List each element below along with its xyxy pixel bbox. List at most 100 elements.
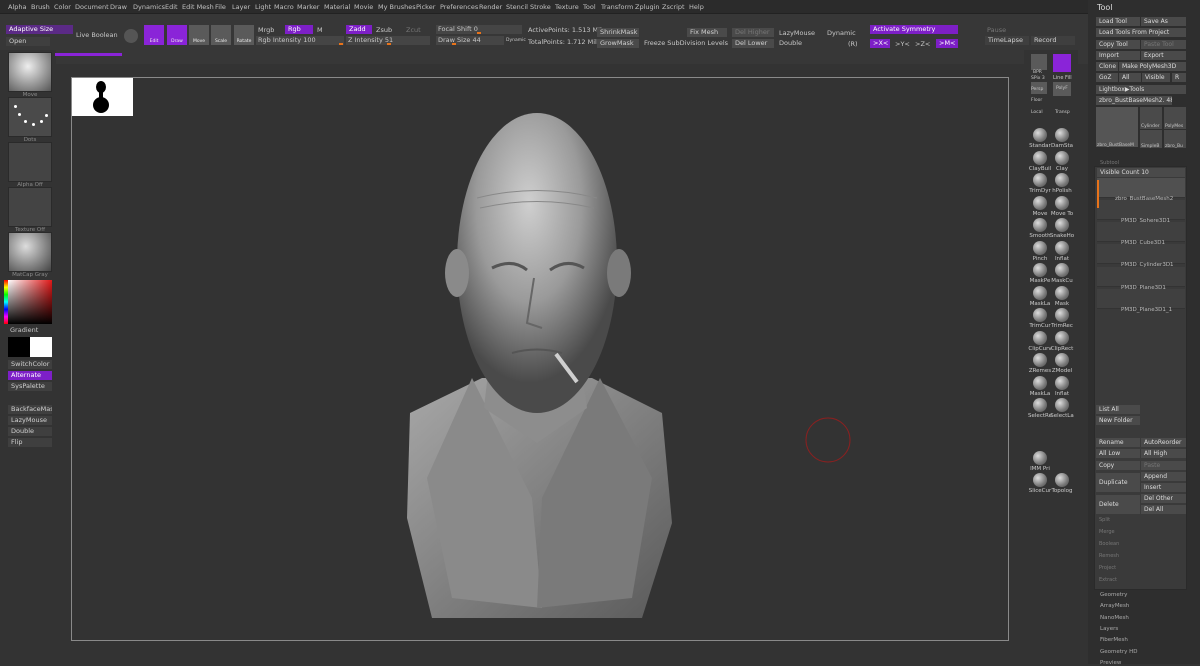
clone-button[interactable]: Clone [1096,62,1118,71]
mrgb-button[interactable]: Mrgb [258,26,274,34]
double-top-button[interactable]: Double [779,39,802,47]
main-color-swatch[interactable] [8,337,30,357]
delete-button[interactable]: Delete [1096,495,1140,514]
del-other-button[interactable]: Del Other [1141,494,1186,503]
copy-tool-button[interactable]: Copy Tool [1096,40,1140,49]
subtool-row-3[interactable] [1097,244,1185,264]
menu-item-layer[interactable]: Layer [232,3,250,11]
right-tool-4-1[interactable]: SnakeHo [1049,218,1075,239]
all-low-button[interactable]: All Low [1096,449,1140,458]
load-tool-button[interactable]: Load Tool [1096,17,1140,26]
export-button[interactable]: Export [1141,51,1186,60]
section-geometry-hd[interactable]: Geometry HD [1100,649,1138,655]
tool-thumb-main[interactable] [1096,107,1138,147]
backfacemask-button[interactable]: BackfaceMask [8,405,52,414]
dynamic-button[interactable]: Dynamic [827,29,856,37]
open-button[interactable]: Open [6,37,50,46]
list-all-button[interactable]: List All [1096,405,1140,414]
menu-item-stroke[interactable]: Stroke [530,3,551,11]
menu-item-my-brushes[interactable]: My Brushes [378,3,416,11]
right-tool-14-1[interactable]: Topolog [1049,473,1075,494]
del-higher-button[interactable]: Del Higher [732,28,774,37]
fix-mesh-button[interactable]: Fix Mesh [687,28,727,37]
alpha-off-tile[interactable] [8,142,52,182]
menu-item-material[interactable]: Material [324,3,350,11]
menu-item-render[interactable]: Render [479,3,502,11]
right-tool-11-1[interactable]: Inflat [1049,375,1075,397]
right-tool-1-1[interactable]: Clay [1049,150,1075,172]
right-tool-6-1[interactable]: MaskCu [1049,263,1075,284]
menu-item-zscript[interactable]: Zscript [662,3,685,11]
right-tool-8-1[interactable]: TrimRec [1049,308,1075,329]
line-fill-button[interactable] [1053,54,1071,72]
rgb-button[interactable]: Rgb [285,25,313,34]
focal-shift-slider[interactable]: Focal Shift 0 [436,25,522,34]
all-button[interactable]: All [1119,73,1141,82]
menu-item-stencil[interactable]: Stencil [506,3,528,11]
visible-count-slider[interactable]: Visible Count 10 [1097,168,1185,177]
draw-size-slider[interactable]: Draw Size 44 [436,36,504,45]
m-button[interactable]: M [317,26,323,34]
zsub-button[interactable]: Zsub [376,26,392,34]
menu-item-texture[interactable]: Texture [555,3,579,11]
menu-item-picker[interactable]: Picker [416,3,435,11]
zadd-button[interactable]: Zadd [346,25,372,34]
all-high-button[interactable]: All High [1141,449,1186,458]
menu-item-dynamics[interactable]: Dynamics [133,3,165,11]
menu-item-file[interactable]: File [215,3,226,11]
menu-item-tool[interactable]: Tool [583,3,596,11]
menu-item-edit[interactable]: Edit [165,3,178,11]
right-tool-9-1[interactable]: ClipRect [1049,330,1075,352]
rotate-mode-button[interactable]: Rotate [234,25,254,45]
menu-item-zplugin[interactable]: Zplugin [635,3,660,11]
rgb-intensity-slider[interactable]: Rgb Intensity 100 [256,36,344,45]
menu-item-color[interactable]: Color [54,3,71,11]
edit-mode-button[interactable]: Edit [144,25,164,45]
growmask-button[interactable]: GrowMask [597,39,639,48]
menu-item-movie[interactable]: Movie [354,3,373,11]
section-layers[interactable]: Layers [1100,626,1118,632]
right-tool-7-1[interactable]: Mask [1049,285,1075,307]
dynamic-small-button[interactable]: Dynamic [506,38,526,43]
del-all-button[interactable]: Del All [1141,505,1186,514]
adaptive-size-button[interactable]: Adaptive Size [6,25,73,34]
copy-button[interactable]: Copy [1096,461,1140,470]
section-nanomesh[interactable]: NanoMesh [1100,615,1129,621]
section-preview[interactable]: Preview [1100,660,1121,666]
save-as-button[interactable]: Save As [1141,17,1186,26]
texture-off-tile[interactable] [8,187,52,227]
lightbox-tools-button[interactable]: Lightbox▶Tools [1096,85,1186,94]
section-arraymesh[interactable]: ArrayMesh [1100,603,1129,609]
sym-m-button[interactable]: >M< [936,39,958,48]
right-tool-0-1[interactable]: DamSta [1049,128,1075,149]
insert-button[interactable]: Insert [1141,483,1186,492]
menu-item-edit-mesh[interactable]: Edit Mesh [182,3,214,11]
section-fibermesh[interactable]: FiberMesh [1100,637,1128,643]
new-folder-button[interactable]: New Folder [1096,416,1140,425]
visible-button[interactable]: Visible [1142,73,1170,82]
freeze-subdiv-button[interactable]: Freeze SubDivision Levels [644,39,728,47]
zcut-button[interactable]: Zcut [406,26,421,34]
activate-symmetry-button[interactable]: Activate Symmetry [870,25,958,34]
menu-item-brush[interactable]: Brush [31,3,50,11]
syspalette-button[interactable]: SysPalette [8,382,52,391]
menu-item-light[interactable]: Light [255,3,271,11]
alternate-button[interactable]: Alternate [8,371,52,380]
auto-reorder-button[interactable]: AutoReorder [1141,438,1186,447]
timelapse-button[interactable]: TimeLapse [985,36,1029,45]
menu-item-help[interactable]: Help [689,3,704,11]
right-tool-5-1[interactable]: Inflat [1049,240,1075,262]
z-intensity-slider[interactable]: Z Intensity 51 [346,36,430,45]
menu-item-preferences[interactable]: Preferences [440,3,478,11]
menu-item-macro[interactable]: Macro [274,3,294,11]
section-geometry[interactable]: Geometry [1100,592,1127,598]
right-tool-10-1[interactable]: ZModel [1049,353,1075,374]
menu-item-draw[interactable]: Draw [110,3,127,11]
load-from-project-button[interactable]: Load Tools From Project [1096,28,1186,37]
paste-tool-button[interactable]: Paste Tool [1141,40,1186,49]
menu-item-alpha[interactable]: Alpha [8,3,26,11]
make-polymesh-button[interactable]: Make PolyMesh3D [1119,62,1186,71]
import-button[interactable]: Import [1096,51,1140,60]
secondary-color-swatch[interactable] [30,337,52,357]
switchcolor-button[interactable]: SwitchColor [8,360,52,369]
